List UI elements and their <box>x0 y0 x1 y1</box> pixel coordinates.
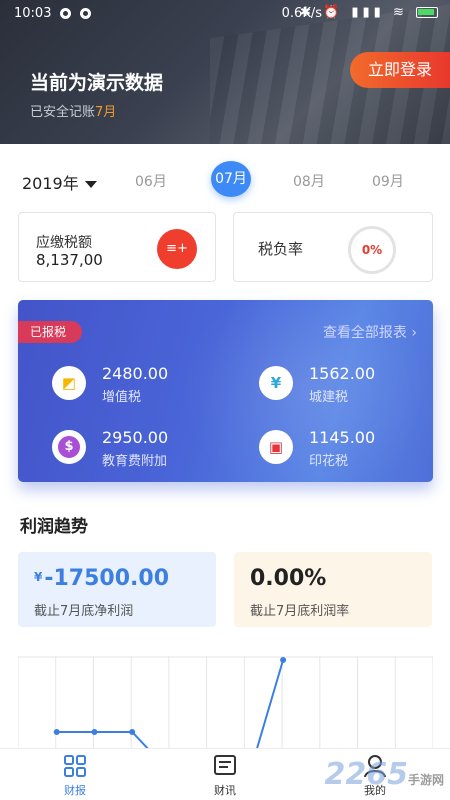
bottom-tab-bar: 财报 财讯 我的 2265手游网 <box>0 748 450 800</box>
month-selector: 2019年 06月 07月 08月 09月 <box>0 160 450 200</box>
month-06[interactable]: 06月 <box>135 171 167 191</box>
watermark-logo: 2265手游网 <box>324 757 444 792</box>
profit-rate-value: 0.00% <box>250 566 327 591</box>
news-icon <box>214 755 236 775</box>
system-icons: ✱ ⏰ ▮▮▮ ≋ <box>300 5 438 20</box>
profit-rate-box: 0.00% 截止7月底利润率 <box>234 552 432 627</box>
status-time: 10:03 <box>14 6 52 21</box>
net-profit-value: ¥-17500.00 <box>34 566 170 591</box>
tax-due-card[interactable]: 应缴税额 8,137,00 ≡+ <box>18 212 216 282</box>
tax-burden-card[interactable]: 税负率 0% <box>233 212 433 282</box>
demo-title: 当前为演示数据 <box>30 72 164 94</box>
profit-chart-svg <box>18 656 433 751</box>
header-banner: 10:03 0.6K/s ✱ ⏰ ▮▮▮ ≋ 当前为演示数据 已安全记账7月 立… <box>0 0 450 144</box>
month-08[interactable]: 08月 <box>293 171 325 191</box>
notification-icons <box>60 8 100 23</box>
profit-trend-title: 利润趋势 <box>20 517 88 537</box>
chart-point <box>53 729 60 735</box>
month-09[interactable]: 09月 <box>372 171 404 191</box>
tax-burden-ring: 0% <box>348 226 396 274</box>
chart-point <box>280 657 287 663</box>
tax-item-stamp[interactable]: ▣ 1145.00 印花税 <box>259 428 433 472</box>
profit-rate-caption: 截止7月底利润率 <box>250 604 350 619</box>
caret-down-icon <box>84 181 97 188</box>
gift-box-icon: ¥ <box>259 366 293 400</box>
battery-icon <box>416 7 438 18</box>
tax-item-vat[interactable]: ◩ 2480.00 增值税 <box>52 364 232 408</box>
month-07[interactable]: 07月 <box>211 161 251 197</box>
status-bar: 10:03 0.6K/s ✱ ⏰ ▮▮▮ ≋ <box>0 0 450 28</box>
dollar-icon: $ <box>52 430 86 464</box>
tab-financial-report[interactable]: 财报 <box>45 753 105 798</box>
tax-burden-label: 税负率 <box>258 240 304 258</box>
net-profit-box: ¥-17500.00 截止7月底净利润 <box>18 552 216 627</box>
stamp-icon: ▣ <box>259 430 293 464</box>
demo-subtitle: 已安全记账7月 <box>30 105 117 120</box>
tax-due-label: 应缴税额 <box>36 235 92 251</box>
grid-icon <box>64 755 86 777</box>
coin-stack-icon: ≡+ <box>157 229 197 269</box>
chart-point <box>129 729 136 735</box>
tax-item-education[interactable]: $ 2950.00 教育费附加 <box>52 428 232 472</box>
tab-news[interactable]: 财讯 <box>195 753 255 798</box>
chart-series-line <box>255 659 285 751</box>
tax-item-urban[interactable]: ¥ 1562.00 城建税 <box>259 364 433 408</box>
profit-trend-chart <box>18 656 433 751</box>
view-all-reports-link[interactable]: 查看全部报表 › <box>323 322 417 342</box>
year-dropdown[interactable]: 2019年 <box>22 170 97 194</box>
tax-due-value: 8,137,00 <box>36 251 103 269</box>
chart-icon: ◩ <box>52 366 86 400</box>
reported-tax-card: 已报税 查看全部报表 › ◩ 2480.00 增值税 ¥ 1562.00 城建税… <box>18 300 433 482</box>
login-button[interactable]: 立即登录 <box>350 52 450 88</box>
net-profit-caption: 截止7月底净利润 <box>34 604 134 619</box>
reported-tag: 已报税 <box>18 321 83 343</box>
chart-point <box>91 729 98 735</box>
